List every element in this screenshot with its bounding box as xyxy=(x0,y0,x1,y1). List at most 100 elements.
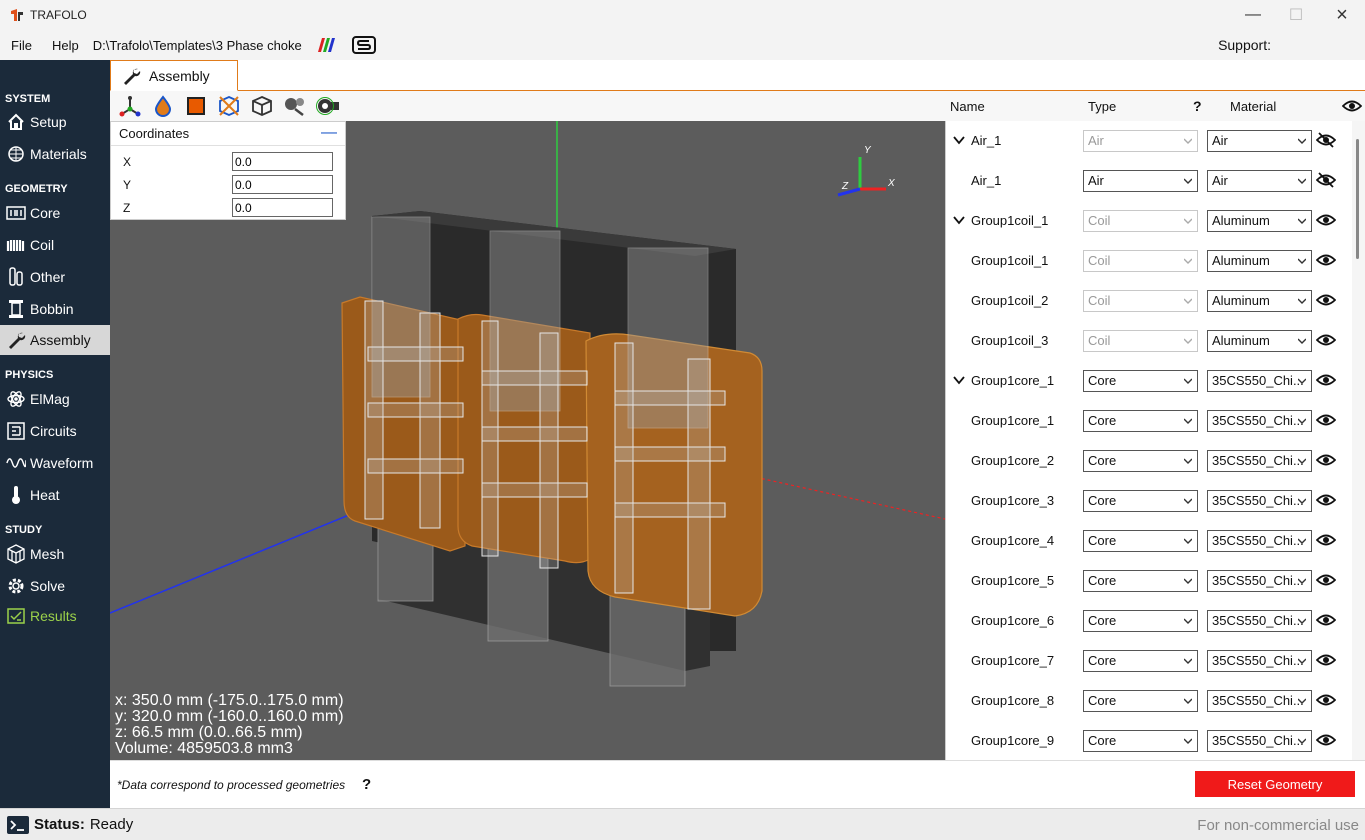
s-logo-icon[interactable] xyxy=(351,36,376,54)
type-select[interactable]: Core xyxy=(1083,570,1198,592)
drop-icon[interactable] xyxy=(149,93,177,119)
sidebar-item-other[interactable]: Other xyxy=(0,262,110,292)
section-cut-icon[interactable] xyxy=(215,93,243,119)
3d-viewport[interactable]: Y X Z Coordinates — X Y Z x: 350.0 mm (-… xyxy=(110,121,945,760)
collapse-icon[interactable]: — xyxy=(321,124,337,142)
table-row[interactable]: Group1coil_2 Coil Aluminum xyxy=(946,281,1351,321)
sidebar-item-results[interactable]: Results xyxy=(0,601,110,631)
scrollbar-thumb[interactable] xyxy=(1356,139,1359,259)
material-select[interactable]: Aluminum xyxy=(1207,250,1312,272)
sidebar-item-setup[interactable]: Setup xyxy=(0,107,110,137)
material-select[interactable]: Air xyxy=(1207,170,1312,192)
sidebar-item-materials[interactable]: Materials xyxy=(0,139,110,169)
eye-icon[interactable] xyxy=(1315,412,1337,430)
type-select[interactable]: Core xyxy=(1083,370,1198,392)
type-select[interactable]: Core xyxy=(1083,650,1198,672)
type-select[interactable]: Core xyxy=(1083,610,1198,632)
material-select[interactable]: Aluminum xyxy=(1207,290,1312,312)
table-row[interactable]: Group1coil_1 Coil Aluminum xyxy=(946,241,1351,281)
solid-view-icon[interactable] xyxy=(182,93,210,119)
explode-view-icon[interactable] xyxy=(281,93,309,119)
sidebar-item-assembly[interactable]: Assembly xyxy=(0,325,110,355)
eye-off-icon[interactable] xyxy=(1315,132,1337,150)
material-select[interactable]: 35CS550_Chi... xyxy=(1207,730,1312,752)
table-row[interactable]: Group1core_9 Core 35CS550_Chi... xyxy=(946,721,1351,760)
eye-icon[interactable] xyxy=(1315,532,1337,550)
table-row[interactable]: Group1coil_3 Coil Aluminum xyxy=(946,321,1351,361)
material-select[interactable]: 35CS550_Chi... xyxy=(1207,490,1312,512)
table-row[interactable]: Group1core_1 Core 35CS550_Chi... xyxy=(946,401,1351,441)
type-help-icon[interactable]: ? xyxy=(1193,98,1202,114)
note-help-icon[interactable]: ? xyxy=(362,776,371,793)
table-row[interactable]: Air_1 Air Air xyxy=(946,161,1351,201)
chevron-down-icon[interactable] xyxy=(952,133,966,147)
material-select[interactable]: 35CS550_Chi... xyxy=(1207,410,1312,432)
table-row[interactable]: Group1core_1 Core 35CS550_Chi... xyxy=(946,361,1351,401)
eye-icon[interactable] xyxy=(1315,372,1337,390)
table-row[interactable]: Group1core_3 Core 35CS550_Chi... xyxy=(946,481,1351,521)
material-select[interactable]: 35CS550_Chi... xyxy=(1207,530,1312,552)
axes-view-icon[interactable] xyxy=(116,93,144,119)
eye-icon[interactable] xyxy=(1315,452,1337,470)
sidebar-item-coil[interactable]: Coil xyxy=(0,230,110,260)
eye-icon[interactable] xyxy=(1315,252,1337,270)
tab-assembly[interactable]: Assembly xyxy=(110,60,238,91)
sidebar-item-bobbin[interactable]: Bobbin xyxy=(0,294,110,324)
cube-icon[interactable] xyxy=(248,93,276,119)
coord-y-input[interactable] xyxy=(232,175,333,194)
menu-file[interactable]: File xyxy=(5,38,38,53)
material-select[interactable]: 35CS550_Chi... xyxy=(1207,650,1312,672)
reset-geometry-button[interactable]: Reset Geometry xyxy=(1195,771,1355,797)
minimize-button[interactable]: — xyxy=(1230,0,1276,30)
coord-x-input[interactable] xyxy=(232,152,333,171)
chevron-down-icon[interactable] xyxy=(952,213,966,227)
type-select[interactable]: Core xyxy=(1083,690,1198,712)
camera-gear-icon[interactable] xyxy=(314,93,342,119)
eye-icon[interactable] xyxy=(1341,98,1363,114)
table-row[interactable]: Group1coil_1 Coil Aluminum xyxy=(946,201,1351,241)
terminal-icon[interactable] xyxy=(7,815,29,834)
eye-icon[interactable] xyxy=(1315,492,1337,510)
material-select[interactable]: Aluminum xyxy=(1207,210,1312,232)
chevron-down-icon[interactable] xyxy=(952,373,966,387)
material-select[interactable]: 35CS550_Chi... xyxy=(1207,610,1312,632)
eye-icon[interactable] xyxy=(1315,212,1337,230)
type-select[interactable]: Core xyxy=(1083,490,1198,512)
material-select[interactable]: Aluminum xyxy=(1207,330,1312,352)
rainbow-logo-icon[interactable] xyxy=(316,37,338,53)
table-row[interactable]: Group1core_5 Core 35CS550_Chi... xyxy=(946,561,1351,601)
eye-icon[interactable] xyxy=(1315,652,1337,670)
sidebar-item-heat[interactable]: Heat xyxy=(0,480,110,510)
eye-icon[interactable] xyxy=(1315,332,1337,350)
material-select[interactable]: Air xyxy=(1207,130,1312,152)
maximize-button[interactable]: ☐ xyxy=(1273,0,1319,30)
material-select[interactable]: 35CS550_Chi... xyxy=(1207,570,1312,592)
eye-icon[interactable] xyxy=(1315,612,1337,630)
sidebar-item-elmag[interactable]: ElMag xyxy=(0,384,110,414)
material-select[interactable]: 35CS550_Chi... xyxy=(1207,450,1312,472)
table-row[interactable]: Group1core_8 Core 35CS550_Chi... xyxy=(946,681,1351,721)
table-row[interactable]: Group1core_4 Core 35CS550_Chi... xyxy=(946,521,1351,561)
close-button[interactable]: × xyxy=(1319,0,1365,30)
sidebar-item-circuits[interactable]: Circuits xyxy=(0,416,110,446)
table-row[interactable]: Air_1 Air Air xyxy=(946,121,1351,161)
eye-icon[interactable] xyxy=(1315,732,1337,750)
table-row[interactable]: Group1core_7 Core 35CS550_Chi... xyxy=(946,641,1351,681)
eye-icon[interactable] xyxy=(1315,692,1337,710)
type-select[interactable]: Core xyxy=(1083,410,1198,432)
table-row[interactable]: Group1core_6 Core 35CS550_Chi... xyxy=(946,601,1351,641)
sidebar-item-solve[interactable]: Solve xyxy=(0,571,110,601)
sidebar-item-mesh[interactable]: Mesh xyxy=(0,539,110,569)
sidebar-item-core[interactable]: Core xyxy=(0,198,110,228)
material-select[interactable]: 35CS550_Chi... xyxy=(1207,370,1312,392)
type-select[interactable]: Core xyxy=(1083,730,1198,752)
parts-list-scrollbar[interactable] xyxy=(1352,121,1365,760)
type-select[interactable]: Core xyxy=(1083,530,1198,552)
menu-help[interactable]: Help xyxy=(46,38,85,53)
eye-icon[interactable] xyxy=(1315,292,1337,310)
table-row[interactable]: Group1core_2 Core 35CS550_Chi... xyxy=(946,441,1351,481)
sidebar-item-waveform[interactable]: Waveform xyxy=(0,448,110,478)
material-select[interactable]: 35CS550_Chi... xyxy=(1207,690,1312,712)
eye-off-icon[interactable] xyxy=(1315,172,1337,190)
coord-z-input[interactable] xyxy=(232,198,333,217)
